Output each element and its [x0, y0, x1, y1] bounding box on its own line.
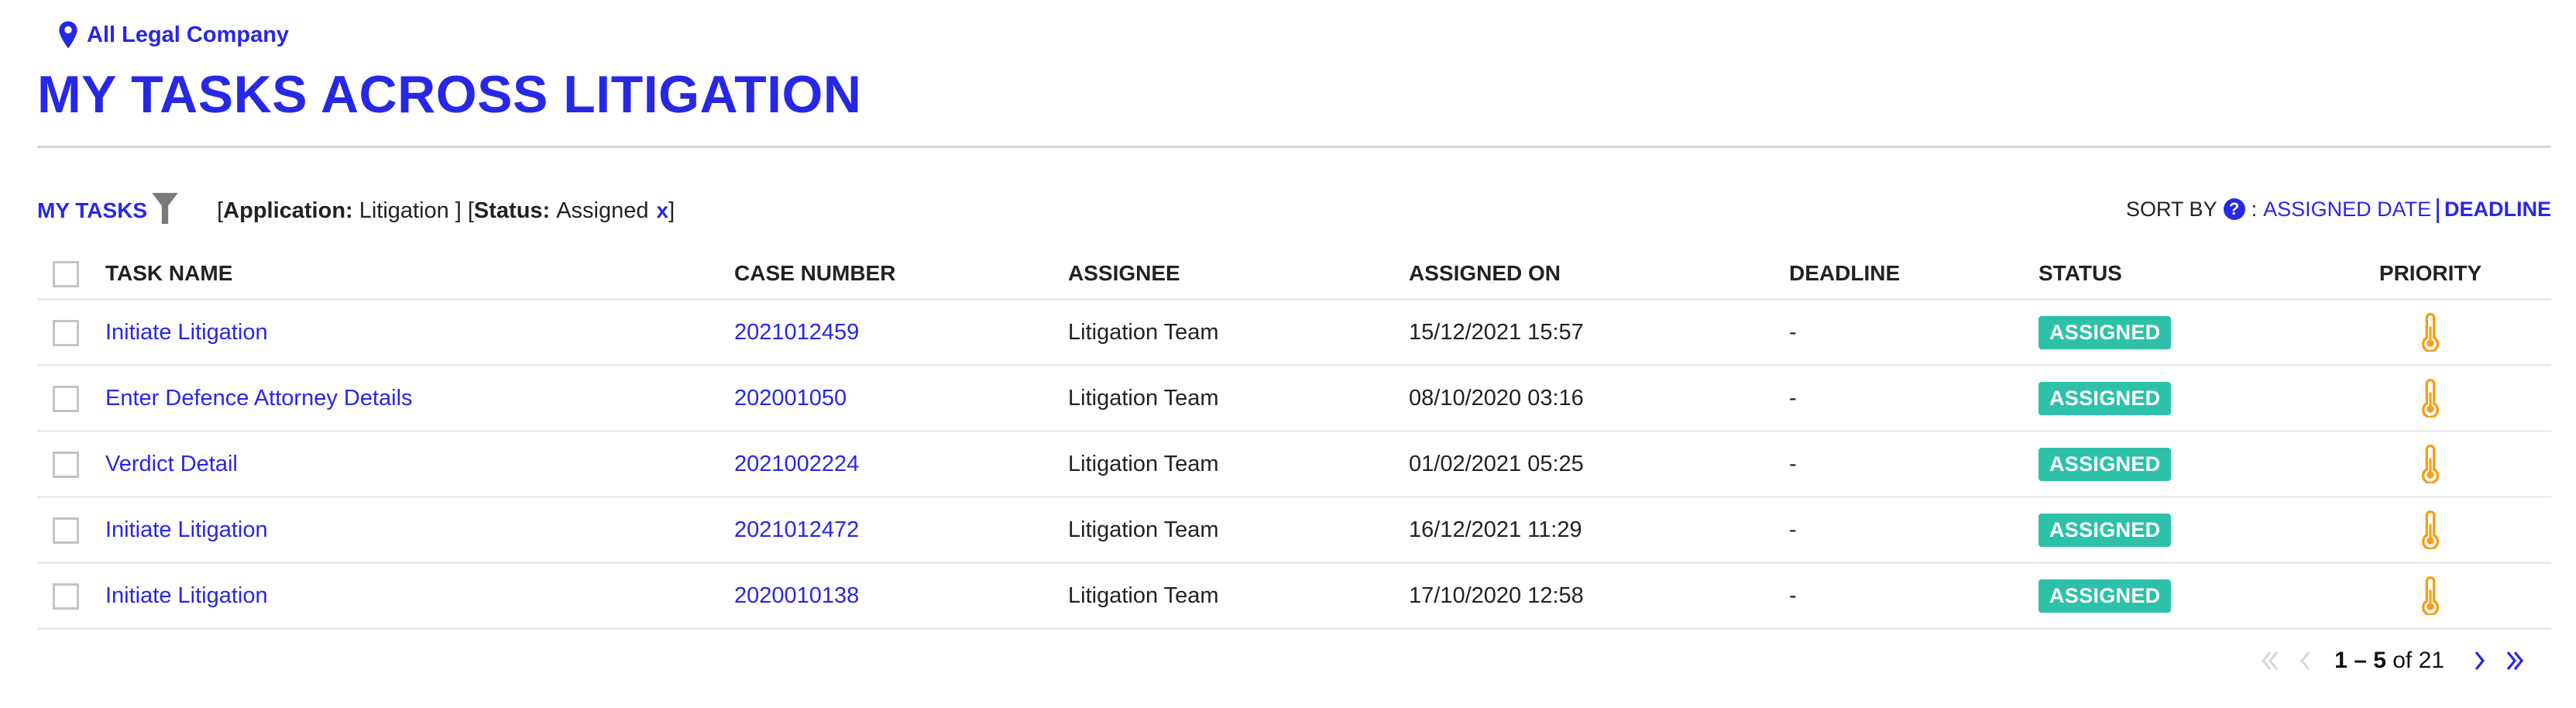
column-header-assignee[interactable]: ASSIGNEE — [1068, 248, 1180, 298]
table-row: Initiate Litigation 2020010138 Litigatio… — [37, 564, 2551, 630]
thermometer-icon — [2421, 510, 2440, 549]
assigned-on: 01/02/2021 05:25 — [1409, 451, 1584, 476]
row-checkbox[interactable] — [53, 452, 79, 478]
column-header-status[interactable]: STATUS — [2038, 248, 2122, 298]
case-number-link[interactable]: 2020010138 — [734, 564, 859, 627]
table-row: Enter Defence Attorney Details 202001050… — [37, 366, 2551, 432]
previous-page-button[interactable] — [2288, 643, 2324, 679]
assignee: Litigation Team — [1068, 583, 1219, 608]
deadline: - — [1789, 385, 1797, 411]
double-chevron-left-icon — [2262, 651, 2279, 671]
column-header-assigned-on[interactable]: ASSIGNED ON — [1409, 248, 1561, 298]
thermometer-icon — [2421, 576, 2440, 615]
table-row: Initiate Litigation 2021012472 Litigatio… — [37, 498, 2551, 564]
status-badge: ASSIGNED — [2038, 447, 2172, 481]
case-number-link[interactable]: 2021012472 — [734, 498, 859, 562]
deadline: - — [1789, 451, 1797, 476]
double-chevron-right-icon — [2506, 651, 2524, 671]
last-page-button[interactable] — [2497, 643, 2533, 679]
active-filters: [Application: Litigation] [Status: Assigne… — [217, 198, 675, 223]
first-page-button[interactable] — [2252, 643, 2288, 679]
funnel-icon[interactable] — [152, 193, 178, 224]
column-header-priority[interactable]: PRIORITY — [2379, 248, 2482, 298]
assigned-on: 17/10/2020 12:58 — [1409, 583, 1584, 608]
status-badge: ASSIGNED — [2038, 381, 2172, 415]
task-name-link[interactable]: Verdict Detail — [105, 432, 238, 496]
title-divider — [37, 146, 2551, 148]
task-name-link[interactable]: Enter Defence Attorney Details — [105, 366, 413, 430]
page-title: MY TASKS ACROSS LITIGATION — [37, 65, 862, 124]
task-name-link[interactable]: Initiate Litigation — [105, 498, 268, 562]
filter-key-application: Application: — [223, 198, 353, 223]
assigned-on: 15/12/2021 15:57 — [1409, 319, 1584, 345]
pagination: 1 – 5 of 21 — [2252, 643, 2533, 679]
column-header-task-name[interactable]: TASK NAME — [105, 248, 232, 298]
table-header-row: TASK NAME CASE NUMBER ASSIGNEE ASSIGNED … — [37, 248, 2551, 301]
row-checkbox[interactable] — [53, 583, 79, 610]
question-circle-icon[interactable]: ? — [2223, 198, 2245, 220]
assigned-on: 16/12/2021 11:29 — [1409, 517, 1582, 542]
thermometer-icon — [2421, 445, 2440, 483]
deadline: - — [1789, 319, 1797, 345]
status-badge: ASSIGNED — [2038, 579, 2172, 613]
row-checkbox[interactable] — [53, 517, 79, 544]
filter-value-application: Litigation — [359, 198, 449, 223]
filter-value-status: Assigned — [556, 198, 649, 223]
table-row: Initiate Litigation 2021012459 Litigatio… — [37, 301, 2551, 366]
next-page-button[interactable] — [2461, 643, 2497, 679]
status-badge: ASSIGNED — [2038, 513, 2172, 547]
company-location[interactable]: All Legal Company — [57, 19, 289, 51]
assignee: Litigation Team — [1068, 319, 1219, 345]
chevron-right-icon — [2475, 651, 2485, 671]
row-checkbox[interactable] — [53, 320, 79, 346]
assignee: Litigation Team — [1068, 451, 1219, 476]
sort-option-assigned-date[interactable]: ASSIGNED DATE — [2263, 198, 2431, 222]
sort-by-label: SORT BY — [2126, 197, 2217, 221]
filter-bar: MY TASKS [Application: Litigation] [Statu… — [37, 193, 675, 228]
my-tasks-link[interactable]: MY TASKS — [37, 198, 147, 223]
assignee: Litigation Team — [1068, 385, 1219, 411]
tasks-table: TASK NAME CASE NUMBER ASSIGNEE ASSIGNED … — [37, 248, 2551, 630]
column-header-case-number[interactable]: CASE NUMBER — [734, 248, 895, 298]
page-range: 1 – 5 of 21 — [2334, 648, 2444, 673]
sort-separator: | — [2434, 194, 2441, 224]
company-name[interactable]: All Legal Company — [87, 22, 289, 48]
clear-filter-x-icon[interactable]: x — [657, 198, 669, 223]
row-checkbox[interactable] — [53, 386, 79, 412]
thermometer-icon — [2421, 379, 2440, 418]
case-number-link[interactable]: 202001050 — [734, 366, 847, 430]
column-header-deadline[interactable]: DEADLINE — [1789, 248, 1900, 298]
sort-option-deadline[interactable]: DEADLINE — [2444, 198, 2551, 222]
deadline: - — [1789, 517, 1797, 542]
case-number-link[interactable]: 2021002224 — [734, 432, 859, 496]
assignee: Litigation Team — [1068, 517, 1219, 542]
select-all-checkbox[interactable] — [53, 260, 79, 287]
filter-key-status: Status: — [473, 198, 551, 223]
deadline: - — [1789, 583, 1797, 608]
case-number-link[interactable]: 2021012459 — [734, 301, 859, 364]
thermometer-icon — [2421, 313, 2440, 352]
task-name-link[interactable]: Initiate Litigation — [105, 301, 268, 364]
assigned-on: 08/10/2020 03:16 — [1409, 385, 1584, 411]
map-pin-icon — [59, 21, 77, 49]
sort-control: SORT BY ? : ASSIGNED DATE | DEADLINE — [2126, 194, 2551, 224]
status-badge: ASSIGNED — [2038, 315, 2172, 349]
table-row: Verdict Detail 2021002224 Litigation Tea… — [37, 432, 2551, 498]
chevron-left-icon — [2300, 651, 2310, 671]
task-name-link[interactable]: Initiate Litigation — [105, 564, 268, 627]
